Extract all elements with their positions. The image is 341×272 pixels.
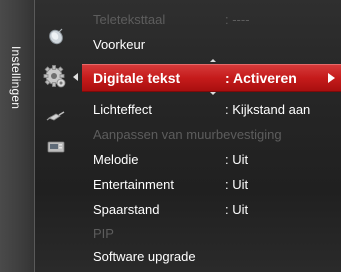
menu-item-label: Lichteffect — [93, 102, 153, 117]
menu-item-melodie[interactable]: Melodie : Uit — [84, 148, 341, 172]
menu-item-value: : Kijkstand aan — [225, 102, 311, 117]
menu-item-label: Teleteksttaal — [93, 12, 166, 27]
category-tab[interactable]: Instellingen — [0, 0, 35, 272]
menu-item-value: : Uit — [225, 202, 249, 217]
menu-item-teleteksttaal[interactable]: Teleteksttaal : ---- — [84, 8, 341, 32]
menu-item-label: Entertainment — [93, 177, 174, 192]
menu-item-voorkeur[interactable]: Voorkeur — [84, 33, 341, 57]
menu-item-label: Aanpassen van muurbevestiging — [93, 127, 282, 142]
menu-item-label: Spaarstand — [93, 202, 160, 217]
category-icon-column — [34, 0, 78, 272]
menu-item-label: Digitale tekst — [93, 70, 181, 86]
submenu-arrow-icon — [328, 73, 335, 83]
menu-item-label: PIP — [93, 226, 114, 241]
menu-item-digitale-tekst[interactable]: Digitale tekst : Activeren — [82, 64, 341, 92]
category-selection-indicator — [73, 73, 78, 81]
menu-item-value: : ---- — [225, 12, 250, 27]
category-tab-label: Instellingen — [9, 46, 23, 110]
menu-item-aanpassen-muurbevestiging[interactable]: Aanpassen van muurbevestiging — [84, 123, 341, 147]
menu-item-label: Software upgrade — [93, 249, 196, 264]
input-plug-icon[interactable] — [46, 106, 66, 126]
menu-item-label: Voorkeur — [93, 37, 146, 52]
menu-item-lichteffect[interactable]: Lichteffect : Kijkstand aan — [84, 98, 341, 122]
settings-gear-icon[interactable] — [42, 63, 68, 89]
menu-item-label: Melodie — [93, 152, 139, 167]
menu-item-value: : Activeren — [225, 70, 297, 86]
menu-item-entertainment[interactable]: Entertainment : Uit — [84, 173, 341, 197]
application-icon[interactable] — [46, 137, 66, 157]
menu-item-software-upgrade[interactable]: Software upgrade — [84, 245, 341, 269]
menu-item-spaarstand[interactable]: Spaarstand : Uit — [84, 198, 341, 222]
menu-item-pip[interactable]: PIP — [84, 222, 341, 246]
scroll-up-indicator — [210, 59, 216, 62]
tv-settings-menu: Instellingen Teleteksttaal: ---- Voorke… — [0, 0, 341, 272]
menu-item-value: : Uit — [225, 177, 249, 192]
menu-item-value: : Uit — [225, 152, 249, 167]
settings-menu-list: Teleteksttaal : ---- Voorkeur Digitale t… — [82, 0, 341, 272]
satellite-dish-icon[interactable] — [46, 26, 66, 46]
scroll-down-indicator — [210, 92, 216, 95]
